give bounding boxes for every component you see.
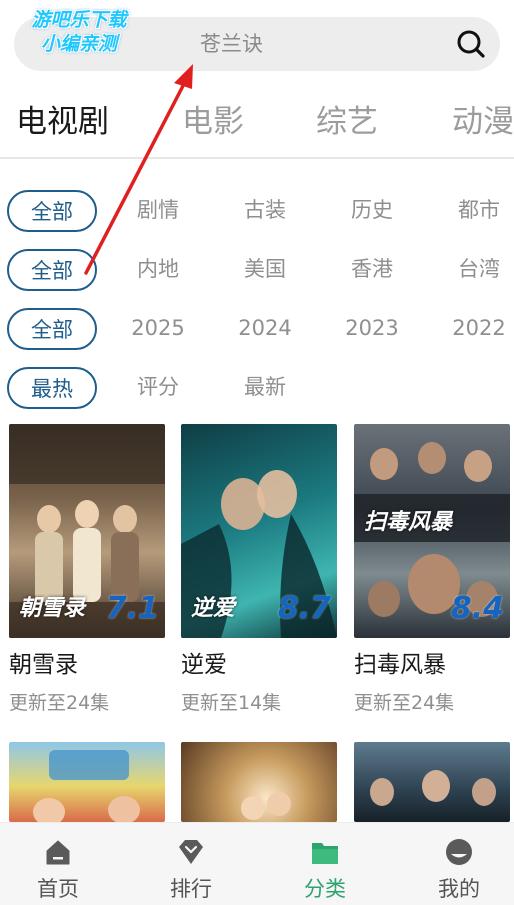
tab-movies[interactable]: 电影: [182, 102, 244, 142]
search-icon[interactable]: [456, 29, 486, 59]
poster-figures-illustration: [33, 750, 140, 822]
filter-year-2025[interactable]: 2025: [113, 308, 203, 350]
show-poster[interactable]: [181, 742, 337, 822]
rating-badge: 7.1: [105, 591, 159, 626]
filter-year-2024[interactable]: 2024: [220, 308, 310, 350]
nav-profile[interactable]: 我的: [395, 823, 514, 905]
filter-genre-all[interactable]: 全部: [7, 190, 97, 232]
tab-tv-series[interactable]: 电视剧: [16, 102, 109, 142]
category-tabs: 电视剧 电影 综艺 动漫: [0, 96, 514, 152]
episode-status: 更新至14集: [181, 692, 282, 714]
filter-year-2022[interactable]: 2022: [434, 308, 514, 350]
filter-region-usa[interactable]: 美国: [220, 249, 310, 291]
nav-category-label: 分类: [304, 877, 346, 901]
nav-ranking-label: 排行: [170, 877, 212, 901]
filter-region-hongkong[interactable]: 香港: [327, 249, 417, 291]
search-placeholder: 苍兰诀: [200, 32, 263, 56]
filter-row-region: 全部 内地 美国 香港 台湾: [0, 249, 514, 293]
filter-genre-urban[interactable]: 都市: [434, 190, 514, 232]
filter-year-2023[interactable]: 2023: [327, 308, 417, 350]
filter-year-all[interactable]: 全部: [7, 308, 97, 350]
tab-variety[interactable]: 综艺: [316, 102, 378, 142]
filter-genre-drama[interactable]: 剧情: [113, 190, 203, 232]
rating-badge: 8.4: [450, 591, 504, 626]
filter-region-all[interactable]: 全部: [7, 249, 97, 291]
show-poster[interactable]: [9, 742, 165, 822]
nav-category[interactable]: 分类: [261, 823, 389, 905]
home-icon: [46, 840, 70, 865]
tab-anime[interactable]: 动漫: [452, 102, 514, 142]
show-title[interactable]: 逆爱: [181, 650, 227, 680]
poster-title-text: 逆爱: [191, 596, 236, 621]
poster-figures-illustration: [241, 792, 291, 820]
tabs-divider: [0, 157, 514, 159]
poster-figures-illustration: [370, 770, 496, 806]
show-poster[interactable]: [354, 742, 510, 822]
show-card[interactable]: 朝雪录 7.1 朝雪录 更新至24集: [9, 424, 165, 724]
sort-rating[interactable]: 评分: [113, 367, 203, 409]
bottom-nav: 首页 排行 分类 我的: [0, 822, 514, 905]
watermark: 游吧乐下载 小编亲测: [8, 8, 150, 66]
poster-title-text: 朝雪录: [19, 596, 86, 621]
ranking-icon: [179, 840, 203, 864]
filter-region-taiwan[interactable]: 台湾: [434, 249, 514, 291]
episode-status: 更新至24集: [354, 692, 455, 714]
poster-title-text: 扫毒风暴: [364, 510, 453, 535]
sort-newest[interactable]: 最新: [220, 367, 310, 409]
folder-icon: [312, 843, 338, 864]
sort-hottest[interactable]: 最热: [7, 367, 97, 409]
show-card[interactable]: 逆爱 8.7 逆爱 更新至14集: [181, 424, 337, 724]
show-poster[interactable]: 朝雪录 7.1: [9, 424, 165, 638]
watermark-line1: 游吧乐下载: [31, 9, 127, 31]
show-poster[interactable]: 逆爱 8.7: [181, 424, 337, 638]
filter-row-sort: 最热 评分 最新: [0, 367, 514, 411]
filter-genre-costume[interactable]: 古装: [220, 190, 310, 232]
rating-badge: 8.7: [277, 591, 331, 626]
nav-home[interactable]: 首页: [0, 823, 122, 905]
show-card[interactable]: 扫毒风暴 8.4 扫毒风暴 更新至24集: [354, 424, 510, 724]
nav-ranking[interactable]: 排行: [127, 823, 255, 905]
show-title[interactable]: 扫毒风暴: [354, 650, 446, 680]
nav-profile-label: 我的: [438, 877, 480, 901]
watermark-line2: 小编亲测: [40, 33, 117, 55]
filter-row-genre: 全部 剧情 古装 历史 都市: [0, 190, 514, 234]
filter-region-mainland[interactable]: 内地: [113, 249, 203, 291]
filter-row-year: 全部 2025 2024 2023 2022: [0, 308, 514, 352]
show-title[interactable]: 朝雪录: [9, 650, 78, 680]
show-poster[interactable]: 扫毒风暴 8.4: [354, 424, 510, 638]
filter-genre-history[interactable]: 历史: [327, 190, 417, 232]
episode-status: 更新至24集: [9, 692, 110, 714]
nav-home-label: 首页: [37, 877, 79, 901]
profile-icon: [446, 839, 472, 865]
